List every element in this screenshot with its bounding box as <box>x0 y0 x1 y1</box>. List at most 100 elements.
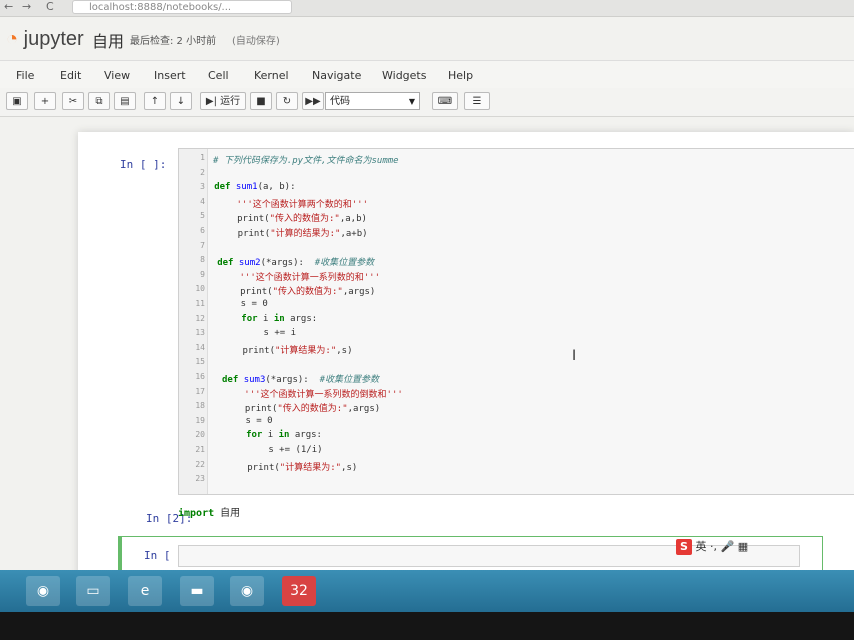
line-number: 17 <box>195 386 205 396</box>
menu-edit[interactable]: Edit <box>60 69 81 82</box>
chevron-down-icon: ▼ <box>408 97 415 106</box>
save-icon[interactable]: ▣ <box>6 92 28 110</box>
restart-icon[interactable]: ↻ <box>276 92 298 110</box>
code-line: print("计算的结果为:",a+b) <box>216 229 368 239</box>
code-line: '''这个函数计算一系列数的和''' <box>239 272 380 283</box>
forward-icon[interactable]: → <box>22 0 31 13</box>
notebook-name[interactable]: 自用 <box>92 28 124 52</box>
menu-help[interactable]: Help <box>448 69 473 82</box>
line-number: 11 <box>195 299 205 308</box>
punctuation-icon[interactable]: ·, <box>710 540 717 553</box>
code-line: print("传入的数值为:",args) <box>218 287 376 298</box>
code-line: s += i <box>220 328 297 339</box>
code-line: # 下列代码保存为.py文件,文件命名为summe <box>213 156 399 166</box>
toolbar: ▣ + ✂ ⧉ ▤ ↑ ↓ ▶| 运行 ■ ↻ ▶▶ 代码 ▼ ⌨ ☰ <box>0 88 854 117</box>
media-icon[interactable]: ▬ <box>180 576 214 606</box>
menu-insert[interactable]: Insert <box>154 69 186 82</box>
run-label: 运行 <box>220 96 241 107</box>
stop-icon[interactable]: ■ <box>250 92 272 110</box>
start-icon[interactable]: ◉ <box>26 576 60 606</box>
browser-bar: ← → C localhost:8888/notebooks/... <box>0 0 854 17</box>
text-cursor-icon: I <box>572 348 577 364</box>
line-number: 6 <box>200 226 205 235</box>
keyboard-icon[interactable]: ⌨ <box>432 92 458 110</box>
line-number: 14 <box>195 342 205 352</box>
fast-forward-icon[interactable]: ▶▶ <box>302 92 324 110</box>
line-number: 2 <box>200 167 205 177</box>
move-down-icon[interactable]: ↓ <box>170 92 192 110</box>
add-cell-icon[interactable]: + <box>34 92 56 110</box>
line-number: 16 <box>195 372 205 381</box>
taskbar: ◉ ▭ e ▬ ◉ 32 <box>0 570 854 612</box>
module-name: 自用 <box>220 508 241 519</box>
ime-mode[interactable]: 英 <box>696 540 707 553</box>
cell2-code[interactable]: import 自用 <box>178 504 240 519</box>
line-number: 13 <box>195 328 205 338</box>
line-number: 9 <box>200 269 205 279</box>
monitor-bezel <box>0 612 854 640</box>
line-number: 4 <box>200 196 205 206</box>
ime-toolbar[interactable]: S 英 ·, 🎤 ▦ <box>676 538 748 558</box>
line-number: 3 <box>200 182 205 192</box>
autosave-status: (自动保存) <box>232 36 280 47</box>
move-up-icon[interactable]: ↑ <box>144 92 166 110</box>
line-number: 1 <box>200 153 205 162</box>
code-line: s = 0 <box>219 299 268 309</box>
menu-cell[interactable]: Cell <box>208 69 229 82</box>
line-number: 18 <box>195 401 205 411</box>
code-line: print("计算结果为:",s) <box>220 345 353 356</box>
line-number: 22 <box>195 459 205 469</box>
line-number: 5 <box>200 211 205 221</box>
code-line: s += (1/i) <box>225 445 323 455</box>
copy-icon[interactable]: ⧉ <box>88 92 110 110</box>
microphone-icon[interactable]: 🎤 <box>721 540 735 553</box>
menu-view[interactable]: View <box>104 69 130 82</box>
checkpoint-status: 最后检查: 2 小时前 <box>130 36 217 47</box>
line-number: 20 <box>195 430 205 440</box>
line-number: 12 <box>195 313 205 323</box>
code-line: def sum3(*args): #收集位置参数 <box>222 375 379 385</box>
code-line: print("传入的数值为:",a,b) <box>215 214 367 225</box>
reload-icon[interactable]: C <box>46 0 54 13</box>
line-number: 23 <box>195 474 205 484</box>
url-bar[interactable]: localhost:8888/notebooks/... <box>72 0 292 14</box>
code-line: print("传入的数值为:",args) <box>223 404 381 415</box>
line-gutter: 1 2 3 4 5 6 7 8 9 10 11 12 13 14 15 16 17 18 19 20 21 22 23 <box>179 149 208 494</box>
jupyter-logo[interactable]: ◔ jupyter <box>6 28 84 51</box>
back-icon[interactable]: ← <box>4 0 13 13</box>
chrome-icon[interactable]: ◉ <box>230 576 264 606</box>
cell-type-select[interactable]: 代码 ▼ <box>325 92 420 110</box>
notebook-container: In [ ]: 1 2 3 4 5 6 7 8 9 10 11 12 13 14 15 16 17 18 19 20 2… <box>78 132 854 592</box>
line-number: 21 <box>195 445 205 454</box>
line-number: 19 <box>195 415 205 425</box>
code-line: def sum2(*args): #收集位置参数 <box>217 258 375 269</box>
menu-kernel[interactable]: Kernel <box>254 69 289 82</box>
command-palette-icon[interactable]: ☰ <box>464 92 490 110</box>
code-line: print("计算结果为:",s) <box>225 462 358 473</box>
menu-navigate[interactable]: Navigate <box>312 69 361 82</box>
menu-file[interactable]: File <box>16 69 34 82</box>
import-keyword: import <box>178 508 215 519</box>
code-line: '''这个函数计算一系列数的倒数和''' <box>244 389 403 400</box>
code-line: for i in args: <box>246 430 322 441</box>
keyboard-ime-icon[interactable]: ▦ <box>738 540 748 553</box>
menu-widgets[interactable]: Widgets <box>382 69 426 82</box>
code-cell-editor[interactable]: 1 2 3 4 5 6 7 8 9 10 11 12 13 14 15 16 17 18 19 20 21 22 23 # … <box>178 148 854 495</box>
line-number: 15 <box>195 357 205 367</box>
code-line: '''这个函数计算两个数的和''' <box>236 199 368 210</box>
code-line: for i in args: <box>241 313 318 324</box>
cut-icon[interactable]: ✂ <box>62 92 84 110</box>
notebook-header: ◔ jupyter 自用 最后检查: 2 小时前 (自动保存) <box>0 18 854 60</box>
line-number: 8 <box>200 255 205 265</box>
code-line: s = 0 <box>223 415 273 426</box>
menu-bar: File Edit View Insert Cell Kernel Naviga… <box>0 60 854 90</box>
cell1-prompt: In [ ]: <box>120 158 167 171</box>
ie-icon[interactable]: e <box>128 576 162 606</box>
app-badge-icon[interactable]: 32 <box>282 576 316 606</box>
paste-icon[interactable]: ▤ <box>114 92 136 110</box>
line-number: 10 <box>195 284 205 294</box>
run-button[interactable]: ▶| 运行 <box>200 92 246 110</box>
screen: ← → C localhost:8888/notebooks/... ◔ jup… <box>0 0 854 612</box>
file-explorer-icon[interactable]: ▭ <box>76 576 110 606</box>
line-number: 7 <box>200 240 205 250</box>
